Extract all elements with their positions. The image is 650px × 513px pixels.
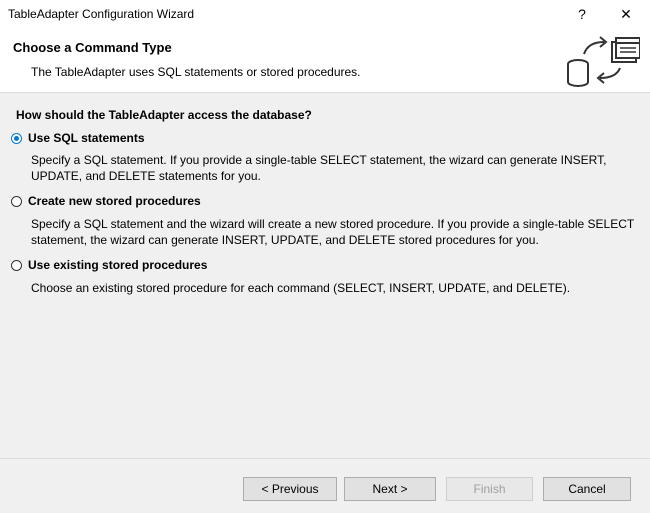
- option-description: Specify a SQL statement and the wizard w…: [31, 217, 634, 247]
- cancel-button[interactable]: Cancel: [543, 477, 631, 501]
- option-existing-procedures[interactable]: Use existing stored procedures: [11, 258, 207, 272]
- page-subtitle: The TableAdapter uses SQL statements or …: [31, 65, 361, 79]
- question-label: How should the TableAdapter access the d…: [16, 108, 312, 122]
- option-label: Use SQL statements: [28, 131, 145, 145]
- option-description: Choose an existing stored procedure for …: [31, 281, 571, 295]
- next-button[interactable]: Next >: [344, 477, 436, 501]
- previous-button[interactable]: < Previous: [243, 477, 337, 501]
- page-title: Choose a Command Type: [13, 40, 172, 55]
- title-bar: TableAdapter Configuration Wizard ? ✕: [0, 0, 650, 28]
- option-label: Create new stored procedures: [28, 194, 201, 208]
- radio-existing-procedures[interactable]: [11, 259, 22, 271]
- wizard-header: Choose a Command Type The TableAdapter u…: [0, 28, 650, 93]
- option-use-sql[interactable]: Use SQL statements: [11, 131, 145, 145]
- option-label: Use existing stored procedures: [28, 258, 208, 272]
- radio-use-sql[interactable]: [11, 132, 22, 144]
- radio-create-procedures[interactable]: [11, 195, 22, 207]
- option-description: Specify a SQL statement. If you provide …: [31, 153, 607, 183]
- option-create-procedures[interactable]: Create new stored procedures: [11, 194, 201, 208]
- wizard-content: How should the TableAdapter access the d…: [0, 93, 650, 457]
- footer-divider: [0, 458, 650, 459]
- help-button[interactable]: ?: [560, 0, 604, 28]
- database-command-icon: [567, 36, 640, 87]
- window-title: TableAdapter Configuration Wizard: [8, 7, 195, 21]
- finish-button[interactable]: Finish: [446, 477, 533, 501]
- close-button[interactable]: ✕: [604, 0, 648, 28]
